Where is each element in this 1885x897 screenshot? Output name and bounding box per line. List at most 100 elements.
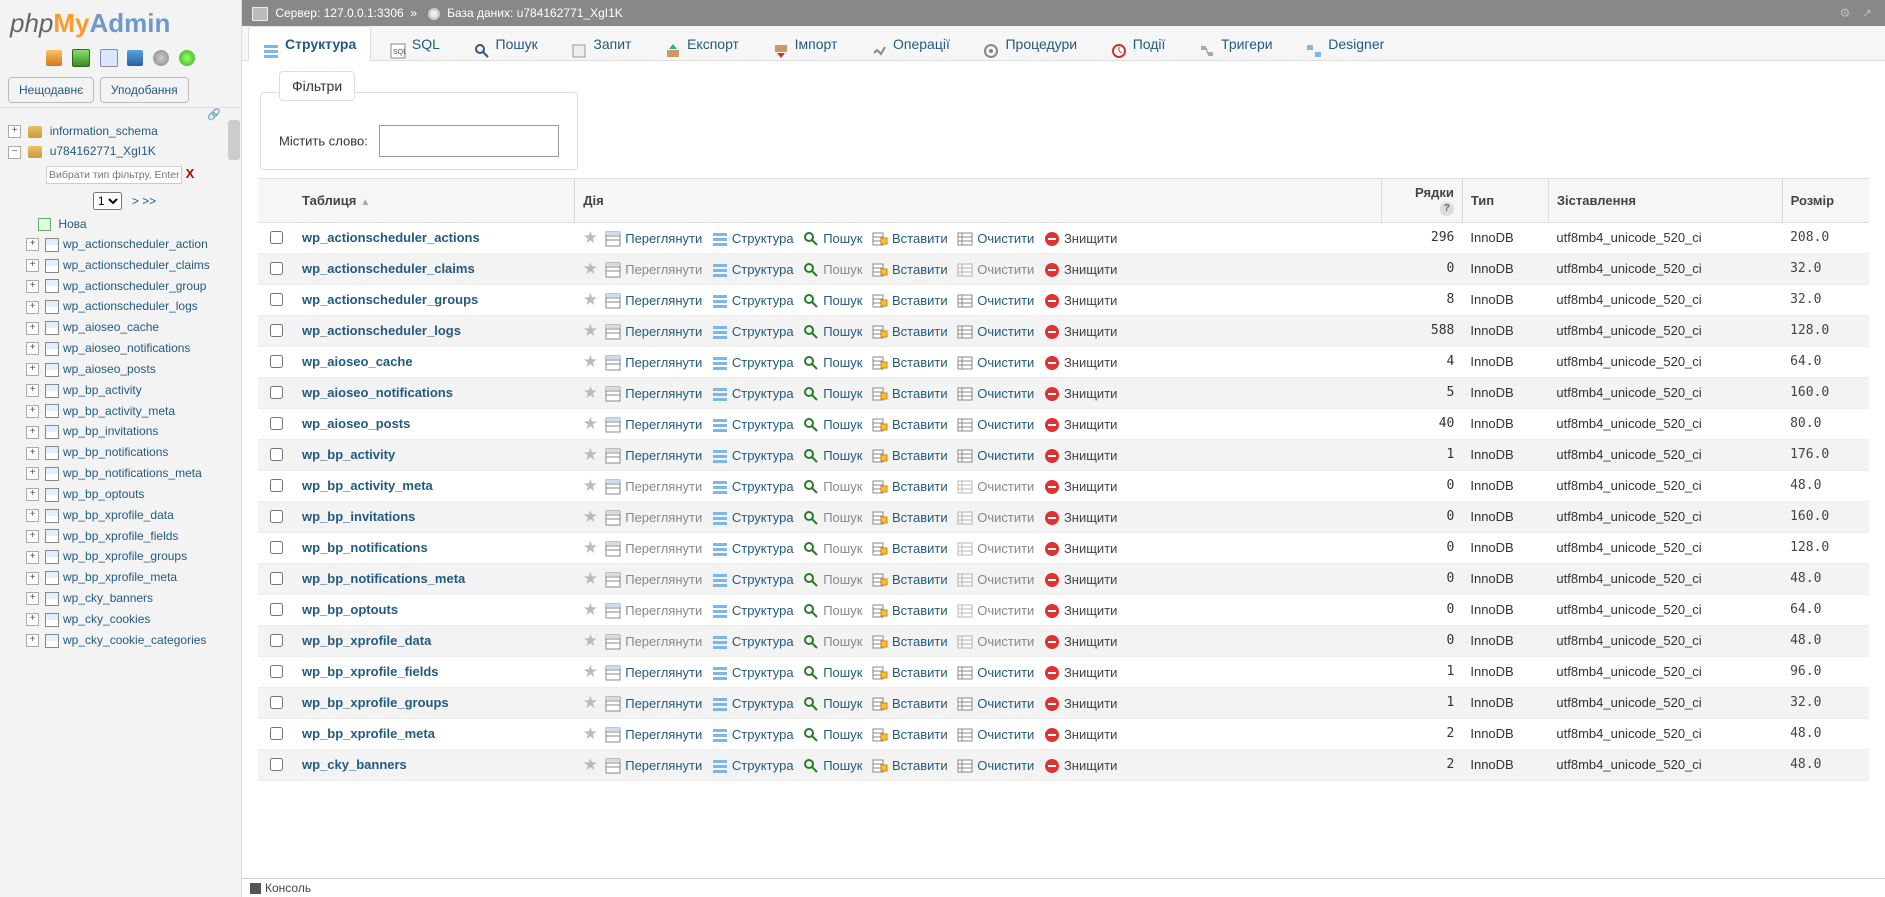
nav-table-item[interactable]: +wp_aioseo_notifications [8, 338, 241, 359]
row-checkbox[interactable] [270, 355, 283, 368]
search-link[interactable]: Пошук [823, 293, 862, 308]
nav-table-item[interactable]: +wp_actionscheduler_action [8, 234, 241, 255]
logo[interactable]: phpMyAdmin [0, 0, 241, 47]
table-name-link[interactable]: wp_bp_xprofile_fields [302, 664, 439, 679]
insert-link[interactable]: Вставити [892, 572, 948, 587]
console-bar[interactable]: Консоль [242, 878, 1885, 897]
insert-link[interactable]: Вставити [892, 510, 948, 525]
favorite-icon[interactable]: ★ [583, 445, 598, 464]
drop-link[interactable]: Знищити [1064, 541, 1117, 556]
browse-link[interactable]: Переглянути [625, 603, 702, 618]
expand-icon[interactable]: + [26, 280, 39, 293]
tab-structure[interactable]: Структура [248, 26, 371, 61]
nav-filter-input[interactable] [46, 166, 182, 184]
col-type[interactable]: Тип [1462, 179, 1548, 223]
table-name-link[interactable]: wp_bp_xprofile_meta [302, 726, 435, 741]
row-checkbox[interactable] [270, 572, 283, 585]
favorite-icon[interactable]: ★ [583, 693, 598, 712]
expand-icon[interactable]: + [26, 363, 39, 376]
expand-icon[interactable]: + [26, 551, 39, 564]
empty-link[interactable]: Очистити [977, 355, 1034, 370]
insert-link[interactable]: Вставити [892, 324, 948, 339]
empty-link[interactable]: Очистити [977, 696, 1034, 711]
nav-page-select[interactable]: 1 [93, 192, 122, 210]
docs-icon[interactable] [100, 49, 118, 67]
nav-db-item[interactable]: − u784162771_XgI1K [8, 141, 241, 161]
nav-table-item[interactable]: +wp_bp_notifications [8, 442, 241, 463]
structure-link[interactable]: Структура [732, 603, 794, 618]
row-checkbox[interactable] [270, 727, 283, 740]
browse-link[interactable]: Переглянути [625, 262, 702, 277]
row-checkbox[interactable] [270, 665, 283, 678]
table-name-link[interactable]: wp_bp_activity_meta [302, 478, 433, 493]
favorite-icon[interactable]: ★ [583, 569, 598, 588]
empty-link[interactable]: Очистити [977, 572, 1034, 587]
structure-link[interactable]: Структура [732, 324, 794, 339]
structure-link[interactable]: Структура [732, 479, 794, 494]
browse-link[interactable]: Переглянути [625, 293, 702, 308]
nav-table-item[interactable]: +wp_aioseo_cache [8, 317, 241, 338]
row-checkbox[interactable] [270, 696, 283, 709]
favorites-button[interactable]: Уподобання [100, 77, 189, 103]
drop-link[interactable]: Знищити [1064, 634, 1117, 649]
search-link[interactable]: Пошук [823, 603, 862, 618]
browse-link[interactable]: Переглянути [625, 665, 702, 680]
row-checkbox[interactable] [270, 510, 283, 523]
drop-link[interactable]: Знищити [1064, 665, 1117, 680]
expand-icon[interactable]: + [26, 342, 39, 355]
structure-link[interactable]: Структура [732, 727, 794, 742]
insert-link[interactable]: Вставити [892, 293, 948, 308]
search-link[interactable]: Пошук [823, 572, 862, 587]
expand-icon[interactable]: + [26, 447, 39, 460]
tab-query[interactable]: Запит [556, 26, 646, 61]
tab-sql[interactable]: SQLSQL [375, 26, 455, 61]
empty-link[interactable]: Очистити [977, 479, 1034, 494]
favorite-icon[interactable]: ★ [583, 290, 598, 309]
expand-icon[interactable]: + [26, 592, 39, 605]
table-name-link[interactable]: wp_bp_xprofile_groups [302, 695, 449, 710]
browse-link[interactable]: Переглянути [625, 541, 702, 556]
empty-link[interactable]: Очистити [977, 510, 1034, 525]
tab-designer[interactable]: Designer [1291, 26, 1399, 61]
nav-table-item[interactable]: +wp_bp_xprofile_groups [8, 546, 241, 567]
table-name-link[interactable]: wp_bp_notifications_meta [302, 571, 465, 586]
nav-table-item[interactable]: +wp_actionscheduler_claims [8, 255, 241, 276]
insert-link[interactable]: Вставити [892, 417, 948, 432]
browse-link[interactable]: Переглянути [625, 727, 702, 742]
expand-icon[interactable]: + [26, 467, 39, 480]
expand-icon[interactable]: + [26, 509, 39, 522]
browse-link[interactable]: Переглянути [625, 696, 702, 711]
nav-next-page[interactable]: > >> [132, 194, 156, 208]
structure-link[interactable]: Структура [732, 758, 794, 773]
expand-icon[interactable]: + [26, 322, 39, 335]
browse-link[interactable]: Переглянути [625, 324, 702, 339]
table-name-link[interactable]: wp_cky_banners [302, 757, 407, 772]
row-checkbox[interactable] [270, 541, 283, 554]
nav-table-item[interactable]: +wp_bp_invitations [8, 421, 241, 442]
nav-scrollbar[interactable] [227, 120, 241, 882]
drop-link[interactable]: Знищити [1064, 262, 1117, 277]
structure-link[interactable]: Структура [732, 355, 794, 370]
structure-link[interactable]: Структура [732, 634, 794, 649]
drop-link[interactable]: Знищити [1064, 386, 1117, 401]
favorite-icon[interactable]: ★ [583, 383, 598, 402]
row-checkbox[interactable] [270, 386, 283, 399]
table-name-link[interactable]: wp_actionscheduler_claims [302, 261, 475, 276]
drop-link[interactable]: Знищити [1064, 696, 1117, 711]
row-checkbox[interactable] [270, 634, 283, 647]
table-name-link[interactable]: wp_bp_xprofile_data [302, 633, 431, 648]
search-link[interactable]: Пошук [823, 231, 862, 246]
reload-icon[interactable] [179, 50, 195, 66]
structure-link[interactable]: Структура [732, 417, 794, 432]
expand-icon[interactable]: + [26, 238, 39, 251]
expand-icon[interactable]: + [26, 426, 39, 439]
link-chain-icon[interactable]: 🔗 [0, 108, 241, 121]
favorite-icon[interactable]: ★ [583, 538, 598, 557]
table-name-link[interactable]: wp_bp_notifications [302, 540, 428, 555]
browse-link[interactable]: Переглянути [625, 448, 702, 463]
search-link[interactable]: Пошук [823, 448, 862, 463]
structure-link[interactable]: Структура [732, 262, 794, 277]
search-link[interactable]: Пошук [823, 386, 862, 401]
insert-link[interactable]: Вставити [892, 231, 948, 246]
insert-link[interactable]: Вставити [892, 355, 948, 370]
